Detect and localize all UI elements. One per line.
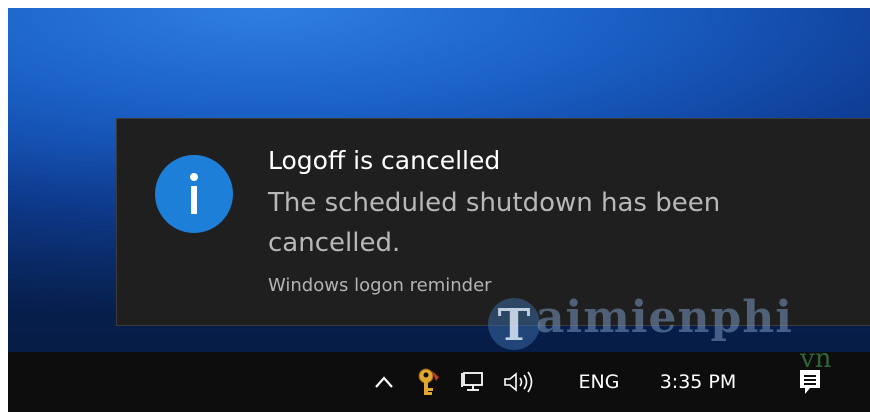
network-icon[interactable] [455, 352, 491, 412]
clock[interactable]: 3:35 PM [648, 352, 748, 412]
toast-source: Windows logon reminder [268, 275, 492, 296]
taskbar: ENG 3:35 PM [8, 352, 870, 412]
volume-icon[interactable] [498, 352, 538, 412]
screen: Logoff is cancelled The scheduled shutdo… [0, 0, 870, 412]
language-indicator[interactable]: ENG [568, 352, 630, 412]
info-icon [155, 155, 233, 233]
toast-body: The scheduled shutdown has been cancelle… [268, 188, 721, 258]
key-icon[interactable] [410, 352, 446, 412]
show-hidden-icons-chevron[interactable] [366, 352, 402, 412]
clock-time: 3:35 PM [659, 371, 737, 393]
chevron-up-icon [375, 376, 393, 388]
language-label: ENG [578, 371, 620, 393]
toast-notification[interactable]: Logoff is cancelled The scheduled shutdo… [116, 118, 870, 326]
action-center-icon[interactable] [788, 352, 832, 412]
toast-title: Logoff is cancelled [268, 146, 501, 175]
